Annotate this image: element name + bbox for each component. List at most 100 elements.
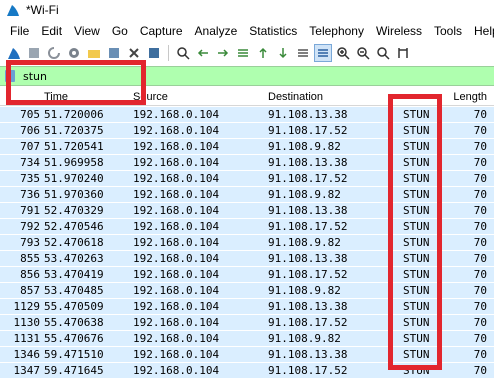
- column-header-destination[interactable]: Destination: [268, 91, 323, 103]
- wireshark-fin-icon: [7, 5, 19, 16]
- resize-columns-icon[interactable]: [395, 45, 411, 61]
- packet-length: 70: [473, 300, 487, 313]
- menu-wireless[interactable]: Wireless: [370, 24, 428, 38]
- packet-time: 52.470546: [44, 220, 104, 233]
- colorize-icon[interactable]: [314, 44, 332, 62]
- packet-time: 51.720375: [44, 124, 104, 137]
- packet-length: 70: [473, 236, 487, 249]
- packet-no: 792: [20, 220, 40, 233]
- packet-no: 1129: [13, 300, 41, 313]
- packet-destination: 91.108.13.38: [268, 300, 348, 313]
- packet-destination: 91.108.9.82: [268, 236, 341, 249]
- menu-telephony[interactable]: Telephony: [303, 24, 370, 38]
- close-file-icon[interactable]: [126, 45, 142, 61]
- menu-analyze[interactable]: Analyze: [189, 24, 244, 38]
- window-title: *Wi-Fi: [26, 3, 59, 17]
- packet-destination: 91.108.17.52: [268, 268, 348, 281]
- packet-destination: 91.108.9.82: [268, 284, 341, 297]
- go-first-icon[interactable]: [255, 45, 271, 61]
- packet-time: 51.720006: [44, 108, 104, 121]
- packet-length: 70: [473, 140, 487, 153]
- menu-edit[interactable]: Edit: [35, 24, 68, 38]
- packet-length: 70: [473, 124, 487, 137]
- restart-capture-icon[interactable]: [46, 45, 62, 61]
- packet-source: 192.168.0.104: [133, 300, 220, 313]
- packet-destination: 91.108.9.82: [268, 140, 341, 153]
- packet-source: 192.168.0.104: [133, 204, 220, 217]
- packet-time: 55.470509: [44, 300, 104, 313]
- open-folder-icon[interactable]: [86, 45, 102, 61]
- packet-destination: 91.108.13.38: [268, 348, 348, 361]
- packet-source: 192.168.0.104: [133, 332, 220, 345]
- toolbar-separator: [168, 45, 169, 61]
- packet-source: 192.168.0.104: [133, 236, 220, 249]
- packet-length: 70: [473, 284, 487, 297]
- shark-fin-start-icon[interactable]: [6, 45, 22, 61]
- go-forward-arrow-icon[interactable]: [215, 45, 231, 61]
- menu-go[interactable]: Go: [106, 24, 134, 38]
- menu-help[interactable]: Help: [468, 24, 494, 38]
- packet-destination: 91.108.17.52: [268, 124, 348, 137]
- packet-destination: 91.108.9.82: [268, 188, 341, 201]
- packet-time: 52.470618: [44, 236, 104, 249]
- menu-view[interactable]: View: [68, 24, 106, 38]
- packet-time: 52.470329: [44, 204, 104, 217]
- auto-scroll-icon[interactable]: [295, 45, 311, 61]
- column-header-length[interactable]: Length: [447, 91, 487, 103]
- save-file-icon[interactable]: [106, 45, 122, 61]
- packet-no: 734: [20, 156, 40, 169]
- find-magnifier-icon[interactable]: [175, 45, 191, 61]
- packet-no: 707: [20, 140, 40, 153]
- packet-length: 70: [473, 172, 487, 185]
- menu-file[interactable]: File: [0, 24, 35, 38]
- capture-options-gear-icon[interactable]: [66, 45, 82, 61]
- menu-bar: File Edit View Go Capture Analyze Statis…: [0, 21, 494, 41]
- go-back-arrow-icon[interactable]: [195, 45, 211, 61]
- go-to-packet-icon[interactable]: [235, 45, 251, 61]
- zoom-in-icon[interactable]: [335, 45, 351, 61]
- packet-no: 706: [20, 124, 40, 137]
- packet-length: 70: [473, 332, 487, 345]
- packet-source: 192.168.0.104: [133, 268, 220, 281]
- packet-source: 192.168.0.104: [133, 316, 220, 329]
- packet-source: 192.168.0.104: [133, 172, 220, 185]
- reload-icon[interactable]: [146, 45, 162, 61]
- packet-no: 1346: [13, 348, 41, 361]
- packet-time: 51.720541: [44, 140, 104, 153]
- zoom-out-icon[interactable]: [355, 45, 371, 61]
- packet-time: 51.970360: [44, 188, 104, 201]
- menu-capture[interactable]: Capture: [134, 24, 189, 38]
- packet-destination: 91.108.17.52: [268, 316, 348, 329]
- packet-length: 70: [473, 204, 487, 217]
- packet-length: 70: [473, 108, 487, 121]
- menu-tools[interactable]: Tools: [428, 24, 468, 38]
- packet-destination: 91.108.17.52: [268, 172, 348, 185]
- packet-source: 192.168.0.104: [133, 348, 220, 361]
- packet-source: 192.168.0.104: [133, 220, 220, 233]
- packet-destination: 91.108.13.38: [268, 204, 348, 217]
- packet-source: 192.168.0.104: [133, 252, 220, 265]
- packet-no: 793: [20, 236, 40, 249]
- packet-no: 705: [20, 108, 40, 121]
- menu-statistics[interactable]: Statistics: [243, 24, 303, 38]
- protocol-column-highlight-box: [388, 94, 442, 370]
- packet-length: 70: [473, 316, 487, 329]
- packet-source: 192.168.0.104: [133, 140, 220, 153]
- packet-length: 70: [473, 156, 487, 169]
- packet-time: 51.969958: [44, 156, 104, 169]
- packet-time: 59.471510: [44, 348, 104, 361]
- stop-square-icon[interactable]: [26, 45, 42, 61]
- packet-time: 55.470638: [44, 316, 104, 329]
- packet-length: 70: [473, 268, 487, 281]
- packet-length: 70: [473, 252, 487, 265]
- packet-length: 70: [473, 220, 487, 233]
- packet-destination: 91.108.13.38: [268, 108, 348, 121]
- go-last-icon[interactable]: [275, 45, 291, 61]
- packet-no: 857: [20, 284, 40, 297]
- zoom-normal-icon[interactable]: [375, 45, 391, 61]
- packet-source: 192.168.0.104: [133, 284, 220, 297]
- packet-length: 70: [473, 188, 487, 201]
- packet-time: 55.470676: [44, 332, 104, 345]
- packet-source: 192.168.0.104: [133, 188, 220, 201]
- packet-time: 53.470263: [44, 252, 104, 265]
